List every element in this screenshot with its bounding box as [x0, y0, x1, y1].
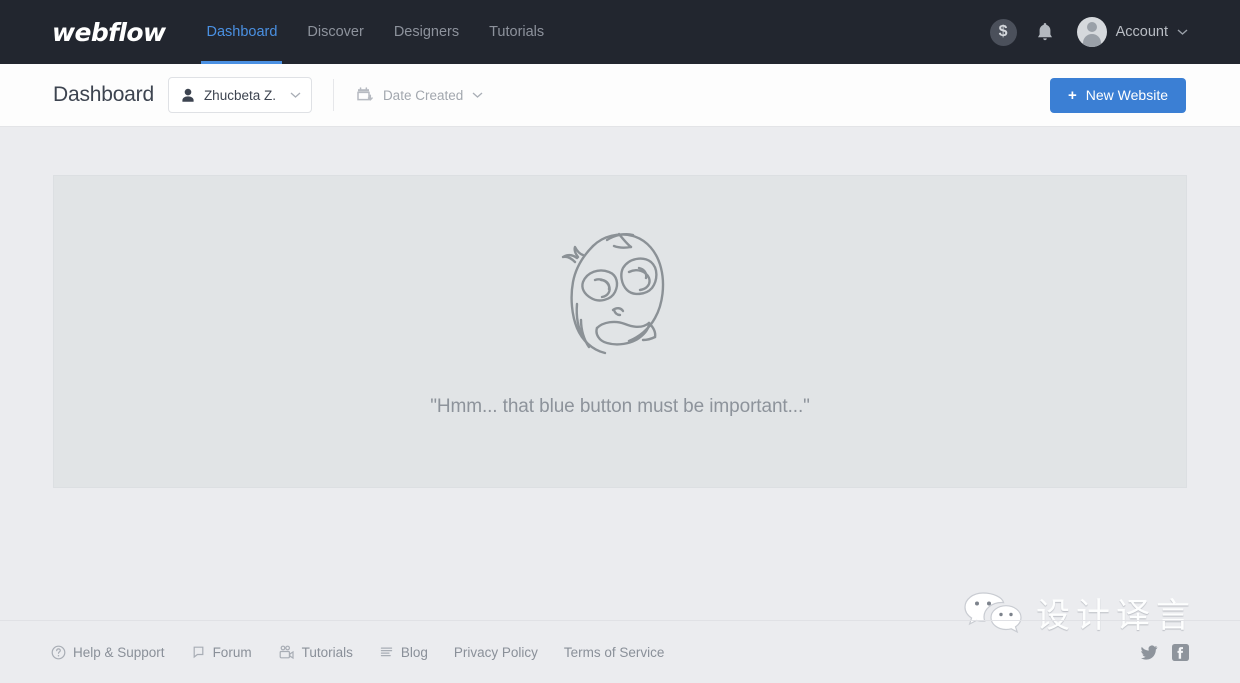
nav-link-dashboard[interactable]: Dashboard	[191, 0, 292, 64]
chevron-down-icon	[290, 86, 301, 104]
account-label: Account	[1116, 24, 1168, 40]
facebook-icon[interactable]	[1172, 644, 1189, 661]
main-content-area: "Hmm... that blue button must be importa…	[0, 127, 1240, 620]
page-footer: Help & Support Forum Tutorials	[0, 620, 1240, 683]
footer-link-blog-label: Blog	[401, 645, 428, 660]
footer-link-privacy-policy[interactable]: Privacy Policy	[454, 645, 538, 660]
new-website-label: New Website	[1086, 87, 1168, 103]
account-menu[interactable]: Account	[1077, 17, 1188, 47]
chevron-down-icon	[1177, 23, 1188, 41]
social-links	[1141, 644, 1189, 661]
footer-link-forum[interactable]: Forum	[191, 645, 252, 660]
date-created-label: Date Created	[383, 88, 463, 103]
twitter-icon[interactable]	[1141, 645, 1158, 660]
nav-link-designers-label: Designers	[394, 24, 459, 40]
empty-state-caption: "Hmm... that blue button must be importa…	[430, 396, 810, 418]
video-camera-icon	[278, 645, 295, 660]
sub-header-bar: Dashboard Zhucbeta Z. Date Create	[0, 64, 1240, 127]
date-created-filter[interactable]: Date Created	[356, 86, 483, 104]
user-filter-value: Zhucbeta Z.	[204, 88, 276, 103]
footer-link-forum-label: Forum	[213, 645, 252, 660]
primary-nav-links: Dashboard Discover Designers Tutorials	[191, 0, 559, 64]
webflow-logo[interactable]: webflow	[52, 18, 165, 47]
nav-link-discover[interactable]: Discover	[292, 0, 378, 64]
chevron-down-icon	[472, 86, 483, 104]
dollar-coin-icon[interactable]: $	[990, 19, 1017, 46]
nav-link-discover-label: Discover	[307, 24, 363, 40]
footer-link-help-support[interactable]: Help & Support	[51, 645, 165, 660]
plus-icon: +	[1068, 88, 1077, 103]
footer-link-tutorials-label: Tutorials	[302, 645, 353, 660]
header-divider	[333, 79, 334, 111]
calendar-sort-icon	[356, 86, 374, 104]
dollar-glyph: $	[999, 23, 1008, 41]
top-navigation-bar: webflow Dashboard Discover Designers Tut…	[0, 0, 1240, 64]
footer-link-blog[interactable]: Blog	[379, 645, 428, 660]
nav-right-actions: $ Account	[990, 17, 1188, 47]
footer-links: Help & Support Forum Tutorials	[51, 645, 664, 660]
footer-link-tutorials[interactable]: Tutorials	[278, 645, 353, 660]
question-circle-icon	[51, 645, 66, 660]
footer-link-terms-of-service-label: Terms of Service	[564, 645, 665, 660]
list-lines-icon	[379, 645, 394, 660]
user-filter-dropdown[interactable]: Zhucbeta Z.	[168, 77, 312, 113]
nav-link-designers[interactable]: Designers	[379, 0, 474, 64]
nav-link-tutorials-label: Tutorials	[489, 24, 544, 40]
page-title: Dashboard	[53, 83, 154, 107]
footer-link-privacy-policy-label: Privacy Policy	[454, 645, 538, 660]
footer-link-terms-of-service[interactable]: Terms of Service	[564, 645, 665, 660]
user-avatar	[1077, 17, 1107, 47]
thinking-guy-face-illustration	[545, 224, 695, 369]
notification-bell-icon[interactable]	[1035, 21, 1055, 43]
new-website-button[interactable]: + New Website	[1050, 78, 1186, 113]
nav-link-tutorials[interactable]: Tutorials	[474, 0, 559, 64]
empty-state-panel: "Hmm... that blue button must be importa…	[53, 175, 1187, 488]
chat-bubble-icon	[191, 645, 206, 660]
footer-link-help-support-label: Help & Support	[73, 645, 165, 660]
nav-link-dashboard-label: Dashboard	[206, 24, 277, 40]
person-icon	[181, 88, 195, 103]
